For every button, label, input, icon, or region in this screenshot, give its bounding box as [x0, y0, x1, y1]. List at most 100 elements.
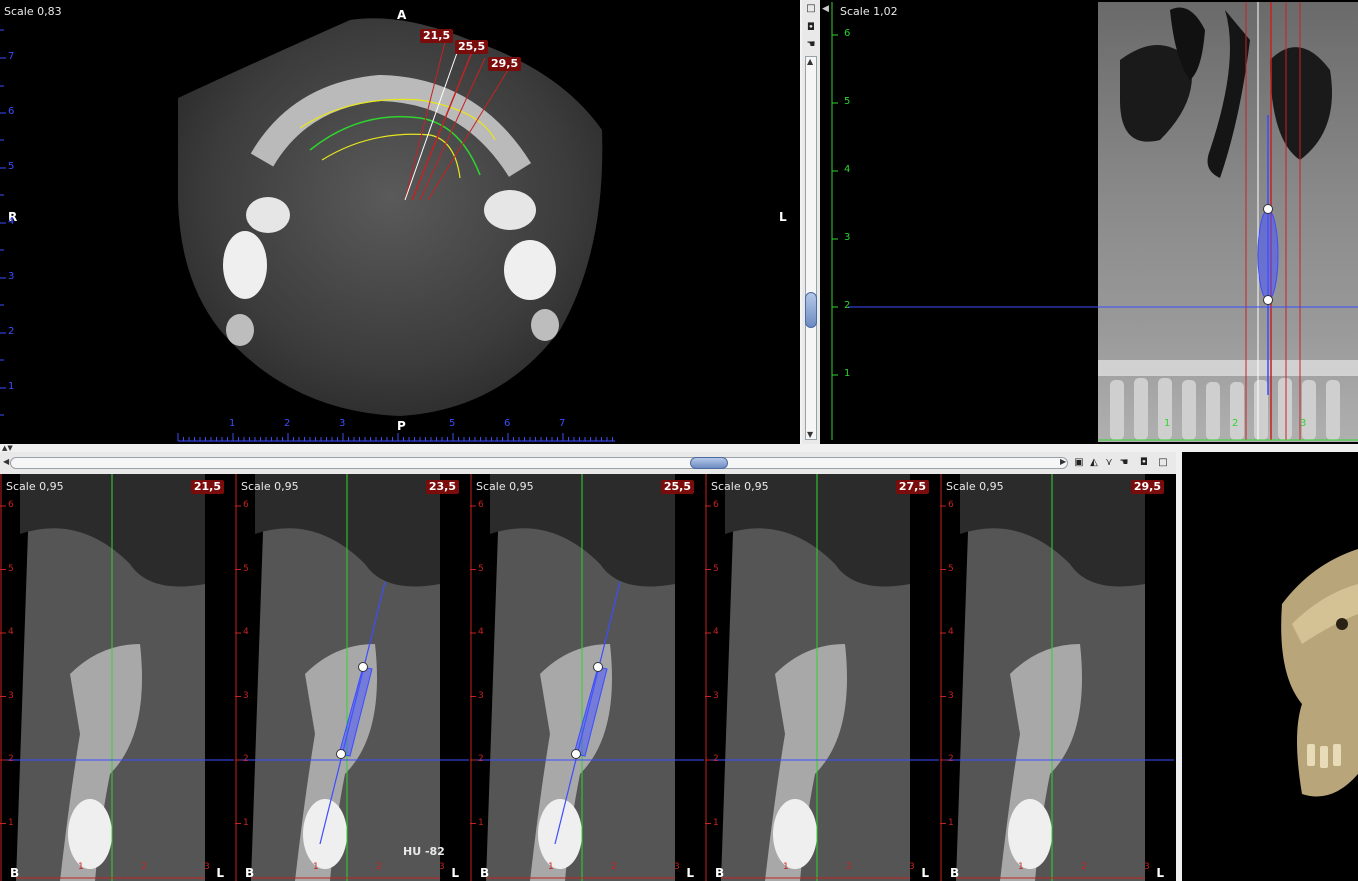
section-bottom-2: 2	[376, 862, 382, 872]
implant-handle-bottom[interactable]	[336, 749, 346, 759]
section-ruler-5: 5	[243, 563, 249, 574]
axial-ruler-2: 2	[8, 326, 15, 337]
orientation-buccal: B	[715, 866, 725, 880]
section-ruler-6: 6	[243, 500, 249, 510]
orientation-buccal: B	[950, 866, 960, 880]
vertical-scroll-track[interactable]	[805, 56, 817, 440]
window-icon[interactable]: □	[1157, 457, 1169, 468]
section-ruler-3: 3	[948, 690, 954, 701]
section-ruler-2: 2	[478, 754, 484, 764]
section-bottom-2: 2	[1081, 862, 1087, 872]
section-slice-badge: 25,5	[660, 480, 694, 494]
orientation-lingual: L	[451, 866, 459, 880]
window-icon[interactable]: □	[805, 3, 817, 14]
axial-ruler-3: 3	[8, 271, 15, 282]
axial-bottom-7: 7	[559, 418, 566, 429]
section-marker-29-5[interactable]: 29,5	[488, 57, 522, 71]
section-slice-badge: 27,5	[895, 480, 929, 494]
volume-3d-image	[1281, 549, 1358, 797]
cross-section-strip: Scale 0,95 21,5 B L 6 5 4 3 2 1 1 2 3 Scale 0,9…	[0, 474, 1176, 881]
horizontal-splitter[interactable]	[0, 444, 1358, 452]
section-ruler-2: 2	[948, 754, 954, 764]
section-slice-badge: 23,5	[425, 480, 459, 494]
section-bottom-1: 1	[313, 862, 319, 872]
axial-ruler-7: 7	[8, 51, 15, 62]
camera-icon[interactable]: ◘	[805, 22, 817, 33]
flip-icon[interactable]: ⋎	[1103, 457, 1115, 468]
vertical-scroll-thumb[interactable]	[805, 292, 817, 328]
panoramic-image	[831, 2, 1358, 442]
horizontal-scroll-track[interactable]	[10, 457, 1068, 469]
orientation-lingual: L	[921, 866, 929, 880]
section-scale-label: Scale 0,95	[6, 480, 64, 493]
section-bottom-2: 2	[846, 862, 852, 872]
section-ruler-4: 4	[713, 627, 719, 637]
camera-icon[interactable]: ◘	[1138, 457, 1150, 468]
pan-ruler-4: 4	[844, 164, 851, 175]
implant-outline[interactable]	[1257, 209, 1279, 301]
vertical-scrollbar[interactable]: □ ◘ ☚ ▲ ▼	[802, 0, 820, 444]
section-ruler-6: 6	[713, 500, 719, 510]
hand-icon[interactable]: ☚	[1118, 457, 1130, 468]
mirror-icon[interactable]: ◭	[1088, 457, 1100, 468]
axial-view[interactable]: Scale 0,83 A P R L 21,5 25,5 29,5 7 6 5 …	[0, 0, 800, 444]
section-ruler-6: 6	[948, 500, 954, 510]
section-marker-25-5[interactable]: 25,5	[455, 40, 489, 54]
orientation-posterior: P	[397, 419, 406, 433]
pan-ruler-6: 6	[844, 28, 851, 39]
section-ruler-2: 2	[243, 754, 249, 764]
collapse-arrow-icon[interactable]: ◀	[822, 4, 829, 14]
scroll-left-arrow[interactable]: ◀	[3, 457, 9, 466]
pan-ruler-2: 2	[844, 300, 851, 311]
horizontal-scroll-thumb[interactable]	[690, 457, 728, 469]
pan-bottom-3: 3	[1300, 418, 1307, 429]
volume-3d-view[interactable]	[1182, 474, 1358, 881]
cross-section-view[interactable]: Scale 0,95 23,5 B L HU -82 6 5 4 3 2 1 1 2 3	[235, 474, 469, 881]
implant-handle-bottom[interactable]	[571, 749, 581, 759]
section-scale-label: Scale 0,95	[946, 480, 1004, 493]
panoramic-scale-label: Scale 1,02	[840, 5, 898, 18]
section-bottom-3: 3	[439, 862, 445, 872]
axial-ruler-5: 5	[8, 161, 15, 172]
section-ruler-4: 4	[8, 627, 14, 637]
scroll-up-arrow[interactable]: ▲	[807, 57, 813, 66]
section-ruler-1: 1	[478, 817, 484, 828]
panoramic-view[interactable]: Scale 1,02 6 5 4 3 2 1 1 2 3	[830, 0, 1358, 444]
implant-handle-top[interactable]	[1263, 204, 1273, 214]
section-bottom-1: 1	[548, 862, 554, 872]
cross-section-view[interactable]: Scale 0,95 21,5 B L 6 5 4 3 2 1 1 2 3	[0, 474, 234, 881]
lock-icon[interactable]: ▣	[1073, 457, 1085, 468]
section-marker-21-5[interactable]: 21,5	[420, 29, 454, 43]
axial-bottom-5: 5	[449, 418, 456, 429]
section-ruler-3: 3	[713, 690, 719, 701]
section-ruler-5: 5	[478, 563, 484, 574]
implant-handle-top[interactable]	[593, 662, 603, 672]
section-bottom-3: 3	[204, 862, 210, 872]
scroll-down-arrow[interactable]: ▼	[807, 430, 813, 439]
section-ruler-1: 1	[243, 817, 249, 828]
cross-section-view[interactable]: Scale 0,95 25,5 B L 6 5 4 3 2 1 1 2 3	[470, 474, 704, 881]
pan-bottom-1: 1	[1164, 418, 1171, 429]
section-bottom-2: 2	[141, 862, 147, 872]
cross-section-view[interactable]: Scale 0,95 27,5 B L 6 5 4 3 2 1 1 2 3	[705, 474, 939, 881]
section-ruler-3: 3	[243, 690, 249, 701]
axial-ruler-6: 6	[8, 106, 15, 117]
splitter-arrows-icon[interactable]: ▲▼	[2, 444, 13, 452]
section-ruler-6: 6	[8, 500, 14, 510]
section-slice-badge: 29,5	[1130, 480, 1164, 494]
orientation-lingual: L	[686, 866, 694, 880]
implant-handle-top[interactable]	[358, 662, 368, 672]
orientation-anterior: A	[397, 8, 407, 22]
implant-handle-bottom[interactable]	[1263, 295, 1273, 305]
section-ruler-2: 2	[713, 754, 719, 764]
horizontal-scrollbar[interactable]: ◀ ▶ ▣ ◭ ⋎ ☚ ◘ □	[0, 452, 1176, 474]
scroll-right-arrow[interactable]: ▶	[1060, 457, 1066, 466]
orientation-buccal: B	[480, 866, 490, 880]
hand-icon[interactable]: ☚	[805, 39, 817, 50]
pan-ruler-5: 5	[844, 96, 851, 107]
cross-section-view[interactable]: Scale 0,95 29,5 B L 6 5 4 3 2 1 1 2 3	[940, 474, 1174, 881]
tooth-left	[246, 197, 290, 233]
section-ruler-3: 3	[478, 690, 484, 701]
section-ruler-1: 1	[948, 817, 954, 828]
orientation-buccal: B	[245, 866, 255, 880]
